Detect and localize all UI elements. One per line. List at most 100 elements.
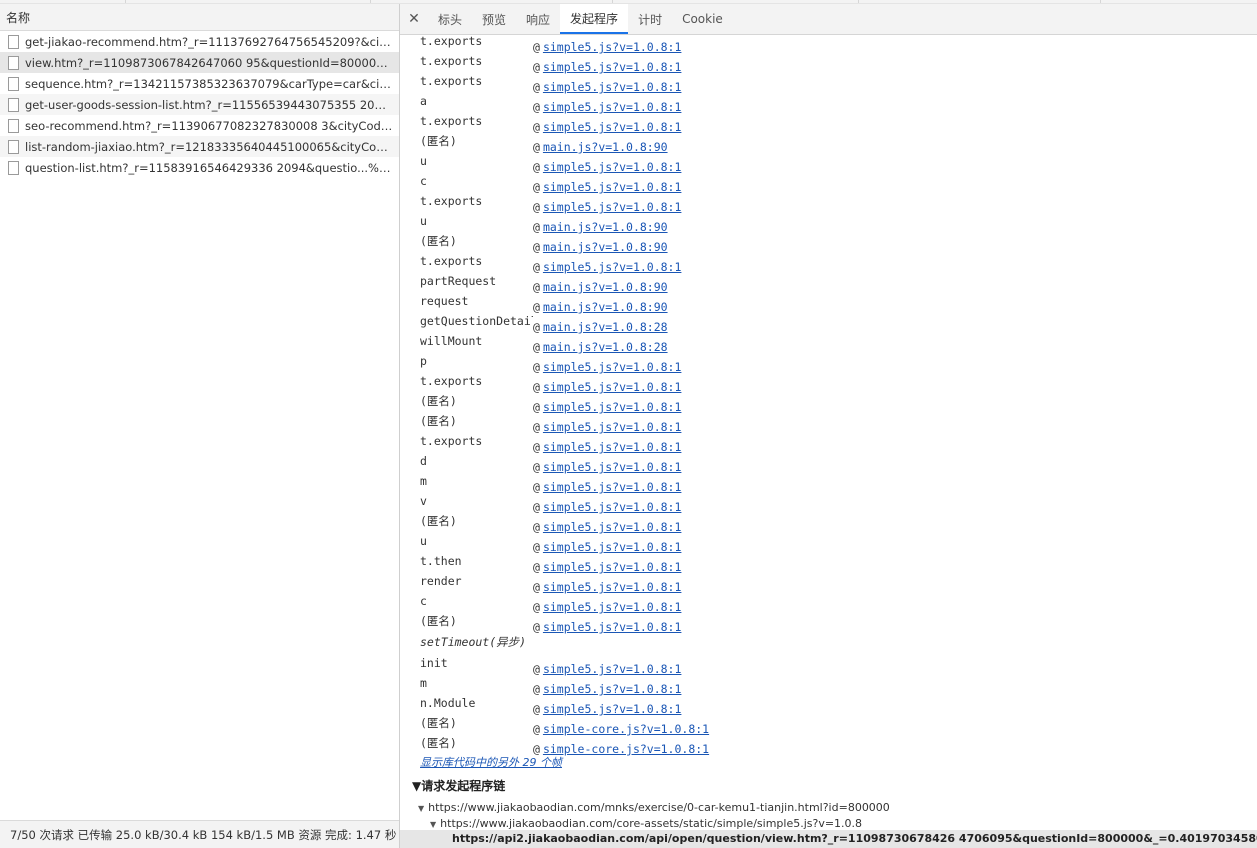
top-divider — [370, 0, 371, 3]
stack-frame: t.exports @ simple5.js?v=1.0.8:1 — [420, 71, 681, 94]
frame-function-name: partRequest — [420, 274, 497, 288]
frame-function-name: (匿名) — [420, 134, 457, 148]
frame-function-name: t.exports — [420, 114, 483, 128]
detail-tab-bar: ✕ 标头 预览 响应 发起程序 计时 Cookie — [400, 4, 1257, 35]
request-name: get-jiakao-recommend.htm?_r=111376927647… — [25, 34, 399, 49]
stack-frame: request @ main.js?v=1.0.8:90 — [420, 291, 668, 314]
frame-function-name: n.Module — [420, 696, 476, 710]
tab-1[interactable]: 预览 — [472, 4, 516, 34]
frame-function-name: u — [420, 154, 427, 168]
network-status-bar: 7/50 次请求 已传输 25.0 kB/30.4 kB 154 kB/1.5 … — [0, 820, 399, 848]
stack-frame: t.exports @ simple5.js?v=1.0.8:1 — [420, 191, 681, 214]
stack-frame: t.exports @ simple5.js?v=1.0.8:1 — [420, 251, 681, 274]
document-icon — [8, 118, 19, 133]
frame-function-name: c — [420, 594, 427, 608]
frame-function-name: t.then — [420, 554, 462, 568]
initiator-call-stack: t.exports @ simple5.js?v=1.0.8:1 t.exports @… — [400, 35, 1257, 775]
frame-source-link[interactable]: simple5.js?v=1.0.8:1 — [543, 620, 681, 634]
stack-frame: t.exports @ simple5.js?v=1.0.8:1 — [420, 35, 681, 54]
document-icon — [8, 34, 19, 49]
network-request-panel: 名称 get-jiakao-recommend.htm?_r=111376927… — [0, 4, 400, 848]
frame-function-name: (匿名) — [420, 414, 457, 428]
initiator-chain-title[interactable]: ▼请求发起程序链 — [412, 776, 505, 796]
stack-frame: willMount @ main.js?v=1.0.8:28 — [420, 331, 668, 354]
request-name: get-user-goods-session-list.htm?_r=11556… — [25, 97, 399, 112]
request-row[interactable]: view.htm?_r=1109873067842647060 95&quest… — [0, 52, 399, 73]
request-list: get-jiakao-recommend.htm?_r=111376927647… — [0, 31, 399, 178]
frame-function-name: (匿名) — [420, 614, 457, 628]
frame-function-name: (匿名) — [420, 716, 457, 730]
frame-function-name: t.exports — [420, 74, 483, 88]
chain-url: https://www.jiakaobaodian.com/mnks/exerc… — [428, 801, 890, 814]
frame-function-name: c — [420, 174, 427, 188]
frame-function-name: u — [420, 534, 427, 548]
frame-function-name: t.exports — [420, 54, 483, 68]
close-icon[interactable]: ✕ — [400, 4, 428, 34]
stack-frame: c @ simple5.js?v=1.0.8:1 — [420, 591, 681, 614]
stack-frame: (匿名) @ simple5.js?v=1.0.8:1 — [420, 411, 681, 434]
stack-frame: (匿名) @ simple5.js?v=1.0.8:1 — [420, 391, 681, 414]
frame-function-name: v — [420, 494, 427, 508]
frame-function-name: getQuestionDetail — [420, 314, 533, 328]
async-boundary-label: setTimeout(异步) — [420, 635, 527, 649]
request-name: question-list.htm?_r=11583916546429336 2… — [25, 160, 399, 175]
triangle-down-icon[interactable]: ▼ — [430, 820, 436, 829]
frame-function-name: (匿名) — [420, 514, 457, 528]
tabs: 标头 预览 响应 发起程序 计时 Cookie — [428, 4, 733, 34]
stack-frame: p @ simple5.js?v=1.0.8:1 — [420, 351, 681, 374]
stack-frame: t.exports @ simple5.js?v=1.0.8:1 — [420, 51, 681, 74]
stack-frame: m @ simple5.js?v=1.0.8:1 — [420, 673, 681, 696]
stack-frame: u @ main.js?v=1.0.8:90 — [420, 211, 668, 234]
frame-function-name: t.exports — [420, 374, 483, 388]
top-divider — [858, 0, 859, 3]
frame-function-name: (匿名) — [420, 736, 457, 750]
tab-5[interactable]: Cookie — [672, 4, 733, 34]
request-row[interactable]: seo-recommend.htm?_r=1139067708232783000… — [0, 115, 399, 136]
request-name: sequence.htm?_r=13421157385323637079&car… — [25, 76, 399, 91]
request-row[interactable]: sequence.htm?_r=13421157385323637079&car… — [0, 73, 399, 94]
stack-frame: (匿名) @ main.js?v=1.0.8:90 — [420, 131, 668, 154]
request-row[interactable]: get-jiakao-recommend.htm?_r=111376927647… — [0, 31, 399, 52]
name-column-header[interactable]: 名称 — [0, 4, 399, 31]
frame-function-name: willMount — [420, 334, 483, 348]
tab-2[interactable]: 响应 — [516, 4, 560, 34]
frame-source-link[interactable]: simple-core.js?v=1.0.8:1 — [543, 742, 709, 756]
frame-function-name: (匿名) — [420, 394, 457, 408]
stack-frame: getQuestionDetail@ main.js?v=1.0.8:28 — [420, 311, 668, 334]
name-column-label: 名称 — [6, 10, 31, 25]
request-detail-panel: ✕ 标头 预览 响应 发起程序 计时 Cookie t.exports @ simple5.j… — [400, 4, 1257, 848]
initiator-chain-item-selected[interactable]: https://api2.jiakaobaodian.com/api/open/… — [400, 830, 1257, 848]
stack-frame: n.Module @ simple5.js?v=1.0.8:1 — [420, 693, 681, 716]
stack-frame: partRequest @ main.js?v=1.0.8:90 — [420, 271, 668, 294]
frame-function-name: (匿名) — [420, 234, 457, 248]
document-icon — [8, 139, 19, 154]
tab-4[interactable]: 计时 — [628, 4, 672, 34]
tab-3[interactable]: 发起程序 — [560, 4, 629, 34]
tab-0[interactable]: 标头 — [428, 4, 472, 34]
stack-frame: (匿名) @ simple5.js?v=1.0.8:1 — [420, 511, 681, 534]
stack-frame: (匿名) @ main.js?v=1.0.8:90 — [420, 231, 668, 254]
top-divider — [1100, 0, 1101, 3]
document-icon — [8, 160, 19, 175]
chain-url: https://api2.jiakaobaodian.com/api/open/… — [452, 832, 1257, 845]
triangle-down-icon[interactable]: ▼ — [418, 804, 424, 813]
stack-frame: t.exports @ simple5.js?v=1.0.8:1 — [420, 431, 681, 454]
request-row[interactable]: get-user-goods-session-list.htm?_r=11556… — [0, 94, 399, 115]
request-row[interactable]: question-list.htm?_r=11583916546429336 2… — [0, 157, 399, 178]
initiator-chain-item[interactable]: ▼ https://www.jiakaobaodian.com/mnks/exer… — [418, 800, 890, 816]
request-row[interactable]: list-random-jiaxiao.htm?_r=1218333564044… — [0, 136, 399, 157]
stack-frame: (匿名) @ simple-core.js?v=1.0.8:1 — [420, 713, 709, 736]
stack-frame: (匿名) @ simple-core.js?v=1.0.8:1 — [420, 733, 709, 756]
at-sign: @ — [533, 620, 540, 634]
top-divider — [612, 0, 613, 3]
frame-function-name: u — [420, 214, 427, 228]
frame-function-name: t.exports — [420, 434, 483, 448]
frame-function-name: request — [420, 294, 469, 308]
frame-function-name: t.exports — [420, 35, 483, 48]
show-more-frames-link[interactable]: 显示库代码中的另外 29 个帧 — [420, 753, 562, 773]
stack-frame: u @ simple5.js?v=1.0.8:1 — [420, 151, 681, 174]
stack-frame: render @ simple5.js?v=1.0.8:1 — [420, 571, 681, 594]
chain-url: https://www.jiakaobaodian.com/core-asset… — [440, 817, 863, 830]
stack-frame: t.exports @ simple5.js?v=1.0.8:1 — [420, 371, 681, 394]
document-icon — [8, 97, 19, 112]
